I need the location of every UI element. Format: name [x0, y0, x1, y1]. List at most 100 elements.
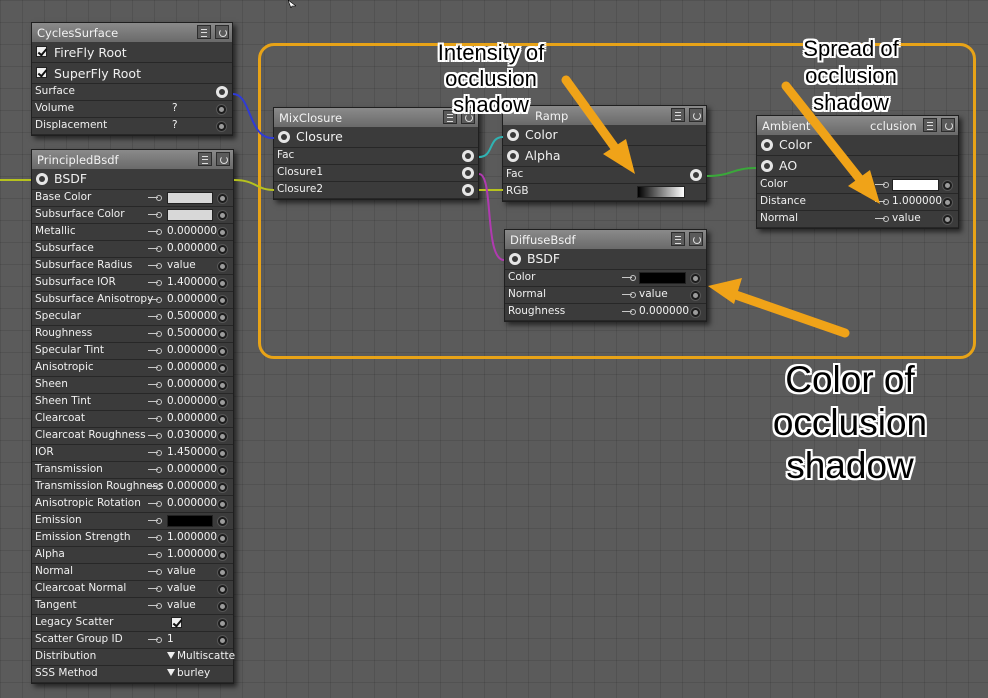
- closure1-socket-icon[interactable]: [462, 167, 474, 179]
- menu-icon[interactable]: [671, 108, 685, 122]
- mix-closure-node[interactable]: MixClosure Closure Fac Closure1 Closure2: [273, 107, 479, 200]
- ambient-occlusion-node[interactable]: Ambient cclusion Color AO Color Distance…: [756, 115, 959, 229]
- alpha-output-socket-icon[interactable]: [507, 150, 519, 162]
- cycles-surface-node[interactable]: CyclesSurface FireFly Root SuperFly Root…: [31, 22, 233, 136]
- superfly-root-checkbox[interactable]: [36, 67, 47, 78]
- color-swatch[interactable]: [167, 209, 213, 221]
- input-value[interactable]: 1.450000: [167, 446, 217, 458]
- distance-value[interactable]: 1.000000: [892, 195, 942, 207]
- fac-socket-icon[interactable]: [462, 150, 474, 162]
- input-socket-icon[interactable]: [217, 550, 228, 561]
- input-value[interactable]: 0.500000: [167, 310, 217, 322]
- input-value[interactable]: 0.000000: [167, 497, 217, 509]
- dropdown[interactable]: burley: [167, 667, 210, 679]
- color-swatch[interactable]: [167, 192, 213, 204]
- node-header[interactable]: Ambient cclusion: [757, 116, 958, 135]
- input-socket-icon[interactable]: [217, 414, 228, 425]
- firefly-root-row[interactable]: FireFly Root: [32, 42, 232, 63]
- distance-socket-icon[interactable]: [942, 197, 953, 208]
- ramp-gradient[interactable]: [637, 186, 685, 198]
- input-socket-icon[interactable]: [217, 210, 228, 221]
- input-value[interactable]: value: [167, 565, 196, 577]
- menu-icon[interactable]: [671, 232, 685, 246]
- input-socket-icon[interactable]: [217, 363, 228, 374]
- firefly-root-checkbox[interactable]: [36, 46, 47, 57]
- input-value[interactable]: 0.500000: [167, 327, 217, 339]
- closure-output-socket-icon[interactable]: [278, 131, 290, 143]
- color-swatch[interactable]: [639, 272, 686, 284]
- normal-socket-icon[interactable]: [942, 214, 953, 225]
- refresh-icon[interactable]: [215, 25, 229, 39]
- input-value[interactable]: 0.000000: [167, 225, 217, 237]
- input-socket-icon[interactable]: [217, 601, 228, 612]
- refresh-icon[interactable]: [941, 118, 955, 132]
- input-socket-icon[interactable]: [217, 346, 228, 357]
- input-socket-icon[interactable]: [217, 261, 228, 272]
- input-value[interactable]: 0.000000: [167, 480, 217, 492]
- input-socket-icon[interactable]: [217, 193, 228, 204]
- input-socket-icon[interactable]: [217, 329, 228, 340]
- input-value[interactable]: 0.000000: [167, 242, 217, 254]
- refresh-icon[interactable]: [216, 152, 230, 166]
- diffuse-bsdf-node[interactable]: DiffuseBsdf BSDF Color Normal value Roug…: [504, 229, 707, 322]
- input-value[interactable]: value: [167, 582, 196, 594]
- input-value[interactable]: 0.000000: [167, 344, 217, 356]
- input-socket-icon[interactable]: [217, 567, 228, 578]
- input-socket-icon[interactable]: [217, 482, 228, 493]
- input-value[interactable]: 0.000000: [167, 293, 217, 305]
- input-value[interactable]: 1.000000: [167, 548, 217, 560]
- input-value[interactable]: 1.000000: [167, 531, 217, 543]
- input-value[interactable]: value: [167, 259, 196, 271]
- input-value[interactable]: 0.000000: [167, 395, 217, 407]
- color-ramp-node[interactable]: Ramp Color Alpha Fac RGB: [502, 105, 707, 202]
- input-value[interactable]: 0.000000: [167, 378, 217, 390]
- input-socket-icon[interactable]: [217, 227, 228, 238]
- bsdf-output-socket-icon[interactable]: [509, 253, 521, 265]
- dropdown[interactable]: Multiscatte: [167, 650, 235, 662]
- roughness-value[interactable]: 0.000000: [639, 305, 689, 317]
- input-socket-icon[interactable]: [217, 244, 228, 255]
- input-socket-icon[interactable]: [217, 533, 228, 544]
- input-socket-icon[interactable]: [217, 448, 228, 459]
- menu-icon[interactable]: [197, 25, 211, 39]
- input-socket-icon[interactable]: [217, 499, 228, 510]
- input-socket-icon[interactable]: [217, 618, 228, 629]
- input-socket-icon[interactable]: [217, 516, 228, 527]
- normal-value[interactable]: value: [892, 212, 921, 224]
- refresh-icon[interactable]: [689, 108, 703, 122]
- surface-socket-icon[interactable]: [216, 86, 228, 98]
- color-output-socket-icon[interactable]: [761, 139, 773, 151]
- closure2-socket-icon[interactable]: [462, 184, 474, 196]
- normal-socket-icon[interactable]: [690, 290, 701, 301]
- input-value[interactable]: 0.030000: [167, 429, 217, 441]
- node-header[interactable]: CyclesSurface: [32, 23, 232, 42]
- input-socket-icon[interactable]: [217, 635, 228, 646]
- menu-icon[interactable]: [923, 118, 937, 132]
- menu-icon[interactable]: [198, 152, 212, 166]
- color-swatch[interactable]: [167, 515, 213, 527]
- input-value[interactable]: 1: [167, 633, 174, 645]
- node-header[interactable]: DiffuseBsdf: [505, 230, 706, 249]
- superfly-root-row[interactable]: SuperFly Root: [32, 63, 232, 84]
- input-socket-icon[interactable]: [217, 431, 228, 442]
- input-socket-icon[interactable]: [217, 278, 228, 289]
- color-output-socket-icon[interactable]: [507, 129, 519, 141]
- volume-socket-icon[interactable]: [216, 104, 227, 115]
- color-swatch[interactable]: [892, 179, 939, 191]
- refresh-icon[interactable]: [689, 232, 703, 246]
- input-value[interactable]: 1.400000: [167, 276, 217, 288]
- input-socket-icon[interactable]: [217, 465, 228, 476]
- input-value[interactable]: 0.000000: [167, 463, 217, 475]
- input-value[interactable]: 0.000000: [167, 412, 217, 424]
- input-socket-icon[interactable]: [217, 312, 228, 323]
- displacement-socket-icon[interactable]: [216, 121, 227, 132]
- bsdf-output-socket-icon[interactable]: [36, 173, 48, 185]
- legacy-scatter-checkbox[interactable]: [171, 617, 182, 628]
- ao-output-socket-icon[interactable]: [761, 160, 773, 172]
- input-value[interactable]: 0.000000: [167, 361, 217, 373]
- input-value[interactable]: value: [167, 599, 196, 611]
- roughness-socket-icon[interactable]: [690, 307, 701, 318]
- normal-value[interactable]: value: [639, 288, 668, 300]
- input-socket-icon[interactable]: [217, 397, 228, 408]
- color-socket-icon[interactable]: [690, 273, 701, 284]
